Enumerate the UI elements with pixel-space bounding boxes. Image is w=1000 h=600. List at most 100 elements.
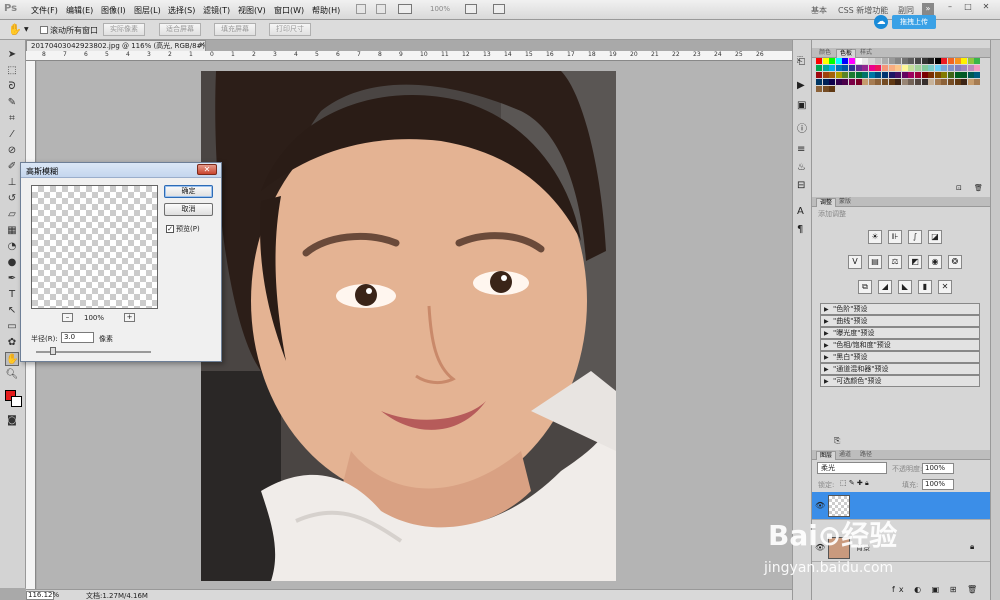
marquee-tool-icon[interactable]: ⬚ — [5, 64, 19, 78]
photo-filter-icon[interactable]: ◉ — [928, 255, 942, 269]
menu-edit[interactable]: 编辑(E) — [66, 5, 93, 16]
zoom-field[interactable]: 116.12% — [26, 591, 59, 600]
color-swatch[interactable] — [868, 72, 875, 78]
close-button[interactable]: ✕ — [980, 2, 992, 12]
color-swatch[interactable] — [974, 58, 981, 64]
color-balance-icon[interactable]: ⚖ — [888, 255, 902, 269]
cancel-button[interactable]: 取消 — [164, 203, 213, 216]
color-swatch[interactable] — [941, 65, 948, 71]
color-swatch[interactable] — [862, 58, 869, 64]
color-swatch[interactable] — [868, 58, 875, 64]
color-swatch[interactable] — [842, 65, 849, 71]
clone-source-icon[interactable]: ♨ — [797, 162, 806, 173]
color-swatch[interactable] — [908, 58, 915, 64]
print-size-button[interactable]: 打印尺寸 — [269, 23, 311, 36]
color-swatch[interactable] — [875, 65, 882, 71]
preset-curves[interactable]: ▶ "曲线"预设 — [820, 315, 980, 327]
color-swatch[interactable] — [829, 79, 836, 85]
scroll-all-checkbox[interactable] — [40, 26, 48, 34]
document-size[interactable]: 文档:1.27M/4.16M — [86, 591, 148, 600]
color-swatch[interactable] — [835, 58, 842, 64]
tab-paths[interactable]: 路径 — [857, 451, 875, 460]
color-swatch[interactable] — [895, 72, 902, 78]
curves-icon[interactable]: ∫ — [908, 230, 922, 244]
type-tool-icon[interactable]: T — [5, 288, 19, 302]
character-icon[interactable]: A — [797, 206, 804, 217]
preset-exposure[interactable]: ▶ "曝光度"预设 — [820, 327, 980, 339]
color-swatch[interactable] — [882, 79, 888, 85]
posterize-icon[interactable]: ◢ — [878, 280, 892, 294]
color-swatch[interactable] — [816, 65, 822, 71]
dodge-tool-icon[interactable]: ● — [5, 256, 19, 270]
color-swatch[interactable] — [868, 65, 875, 71]
move-tool-icon[interactable]: ➤ — [5, 48, 19, 62]
color-swatch[interactable] — [908, 72, 915, 78]
tool-presets-icon[interactable]: ⊟ — [797, 180, 805, 191]
lasso-tool-icon[interactable]: ᘐ — [5, 80, 19, 94]
brush-tool-icon[interactable]: ✐ — [5, 160, 19, 174]
exposure-icon[interactable]: ◪ — [928, 230, 942, 244]
preset-channel-mixer[interactable]: ▶ "通道混和器"预设 — [820, 363, 980, 375]
color-swatch[interactable] — [829, 65, 836, 71]
tab-adjustments[interactable]: 调整 — [816, 198, 837, 207]
clip-layer-icon[interactable]: ⎘ — [834, 436, 840, 446]
arrange-icon[interactable] — [465, 4, 477, 14]
color-swatch[interactable] — [822, 86, 829, 92]
tab-swatches[interactable]: 色板 — [836, 49, 857, 58]
ok-button[interactable]: 确定 — [164, 185, 213, 198]
blend-mode-select[interactable]: 柔光 — [817, 462, 887, 474]
brushes-icon[interactable]: ≡ — [797, 144, 805, 155]
minimize-button[interactable]: – — [944, 2, 956, 12]
color-swatch[interactable] — [875, 58, 882, 64]
color-swatch[interactable] — [954, 65, 961, 71]
3d-tool-icon[interactable]: ✿ — [5, 336, 19, 350]
crop-tool-icon[interactable]: ⌗ — [5, 112, 19, 126]
path-select-tool-icon[interactable]: ↖ — [5, 304, 19, 318]
menu-file[interactable]: 文件(F) — [31, 5, 58, 16]
radius-slider-thumb[interactable] — [50, 347, 56, 355]
color-swatch[interactable] — [842, 72, 849, 78]
color-swatch[interactable] — [816, 72, 822, 78]
color-swatch[interactable] — [921, 79, 928, 85]
color-swatch[interactable] — [875, 72, 882, 78]
color-swatch[interactable] — [849, 58, 855, 64]
color-swatch[interactable] — [849, 65, 855, 71]
menu-help[interactable]: 帮助(H) — [312, 5, 340, 16]
menu-filter[interactable]: 滤镜(T) — [203, 5, 230, 16]
tab-masks[interactable]: 蒙版 — [836, 198, 854, 207]
color-swatch[interactable] — [888, 58, 895, 64]
color-swatch[interactable] — [915, 79, 921, 85]
color-swatch[interactable] — [822, 65, 829, 71]
preset-levels[interactable]: ▶ "色阶"预设 — [820, 303, 980, 315]
color-swatch[interactable] — [842, 58, 849, 64]
levels-icon[interactable]: ⊪ — [888, 230, 902, 244]
tool-preset-dropdown[interactable]: ▼ — [24, 26, 29, 33]
tab-channels[interactable]: 通道 — [836, 451, 854, 460]
tab-styles[interactable]: 样式 — [857, 49, 875, 58]
color-swatch[interactable] — [849, 72, 855, 78]
color-swatch[interactable] — [921, 58, 928, 64]
color-swatch[interactable] — [816, 58, 822, 64]
quick-select-tool-icon[interactable]: ✎ — [5, 96, 19, 110]
maximize-button[interactable]: □ — [962, 2, 974, 12]
color-swatch[interactable] — [928, 79, 935, 85]
lock-icons[interactable]: ⬚ ✎ ✚ 🔒︎ — [840, 479, 869, 488]
color-swatch[interactable] — [835, 65, 842, 71]
gradient-tool-icon[interactable]: ▦ — [5, 224, 19, 238]
hand-tool-icon[interactable]: ✋ — [5, 352, 19, 366]
shape-tool-icon[interactable]: ▭ — [5, 320, 19, 334]
color-swatch[interactable] — [849, 79, 855, 85]
color-swatch[interactable] — [855, 65, 862, 71]
color-swatch[interactable] — [948, 72, 954, 78]
upload-button[interactable]: 拖拽上传 — [892, 15, 936, 29]
color-swatch[interactable] — [967, 79, 974, 85]
zoom-out-button[interactable]: – — [62, 313, 73, 322]
color-swatch[interactable] — [934, 79, 941, 85]
info-icon[interactable]: ⓘ — [797, 120, 807, 135]
color-swatch[interactable] — [928, 65, 935, 71]
color-swatch[interactable] — [915, 65, 921, 71]
workspace-essentials[interactable]: 基本 — [811, 5, 827, 16]
color-swatch[interactable] — [882, 65, 888, 71]
tab-color[interactable]: 颜色 — [816, 49, 834, 58]
pen-tool-icon[interactable]: ✒ — [5, 272, 19, 286]
